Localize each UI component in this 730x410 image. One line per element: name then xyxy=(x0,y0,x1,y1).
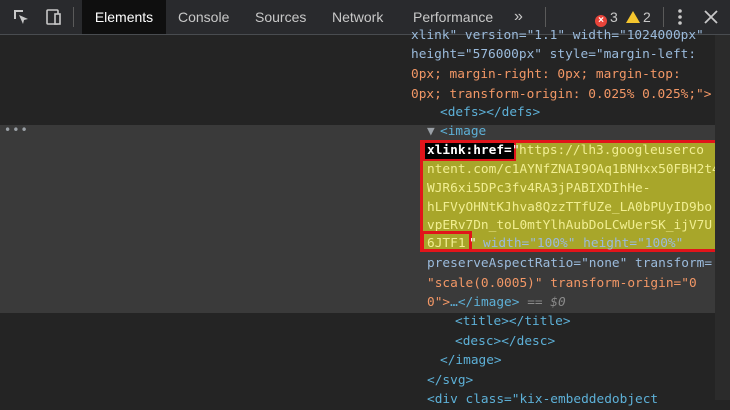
url-line[interactable]: ntent.com/c1AYNfZNAI9OAq1BNHxx50FBH2t4 xyxy=(427,160,720,180)
code-line: 0px; margin-right: 0px; margin-top: xyxy=(411,67,681,82)
svg-close-node[interactable]: </svg> xyxy=(427,371,473,391)
image-close-node[interactable]: </image> xyxy=(440,351,502,371)
close-icon[interactable] xyxy=(701,7,721,27)
preserve-aspect-attr[interactable]: preserveAspectRatio="none" transform= xyxy=(427,254,712,274)
warning-icon xyxy=(626,11,640,23)
tab-console[interactable]: Console xyxy=(178,0,229,34)
width-height-attrs[interactable]: width="100%" height="100%" xyxy=(483,234,683,254)
url-line[interactable]: hLFVyOHNtKJhva8QzzTTfUZe_LA0bPUyID9bo xyxy=(427,198,712,218)
url-tail-annotation-box xyxy=(421,231,472,252)
defs-node[interactable]: <defs></defs> xyxy=(440,103,540,123)
quote-close: " xyxy=(469,236,477,251)
xlink-href-attr[interactable]: xlink:href= xyxy=(427,141,512,161)
toolbar-separator xyxy=(663,7,664,27)
tab-sources[interactable]: Sources xyxy=(255,0,306,34)
image-close-line: 0">…</image> == $0 xyxy=(427,293,566,313)
toolbar-separator xyxy=(73,7,74,27)
close-image-prefix: 0"> xyxy=(427,295,451,310)
toolbar-separator xyxy=(545,7,546,27)
node-actions-icon[interactable]: ••• xyxy=(4,123,29,137)
scale-attr[interactable]: "scale(0.0005)" transform-origin="0 xyxy=(427,274,697,294)
close-image-tag[interactable]: …</image> xyxy=(450,295,519,310)
inspect-element-icon[interactable] xyxy=(11,7,31,27)
url-line[interactable]: WJR6xi5DPc3fv4RA3jPABIXDIhHe- xyxy=(427,179,650,199)
tab-elements[interactable]: Elements xyxy=(82,0,166,34)
tab-network[interactable]: Network xyxy=(332,0,383,34)
elements-dom-tree: ••• xlink" version="1.1" width="1024000p… xyxy=(0,28,730,407)
device-toolbar-icon[interactable] xyxy=(43,7,63,27)
title-node[interactable]: <title></title> xyxy=(455,312,571,332)
collapse-triangle-icon[interactable]: ▼ xyxy=(427,122,435,142)
code-line: xlink" version="1.1" width="1024000px" xyxy=(411,28,704,43)
code-line: height="576000px" style="margin-left: xyxy=(411,47,697,62)
desc-node[interactable]: <desc></desc> xyxy=(455,332,555,352)
kebab-menu-icon[interactable] xyxy=(670,7,690,27)
scrollbar[interactable] xyxy=(715,35,730,400)
div-node[interactable]: <div class="kix-embeddedobject xyxy=(427,390,658,410)
error-count: 3 xyxy=(610,9,618,25)
image-node[interactable]: <image xyxy=(440,122,486,142)
warning-count: 2 xyxy=(643,9,651,25)
selected-marker: == $0 xyxy=(527,295,566,310)
url-line[interactable]: https://lh3.googleuserco xyxy=(519,141,704,161)
code-line: 0px; transform-origin: 0.025% 0.025%;"> xyxy=(411,87,712,102)
